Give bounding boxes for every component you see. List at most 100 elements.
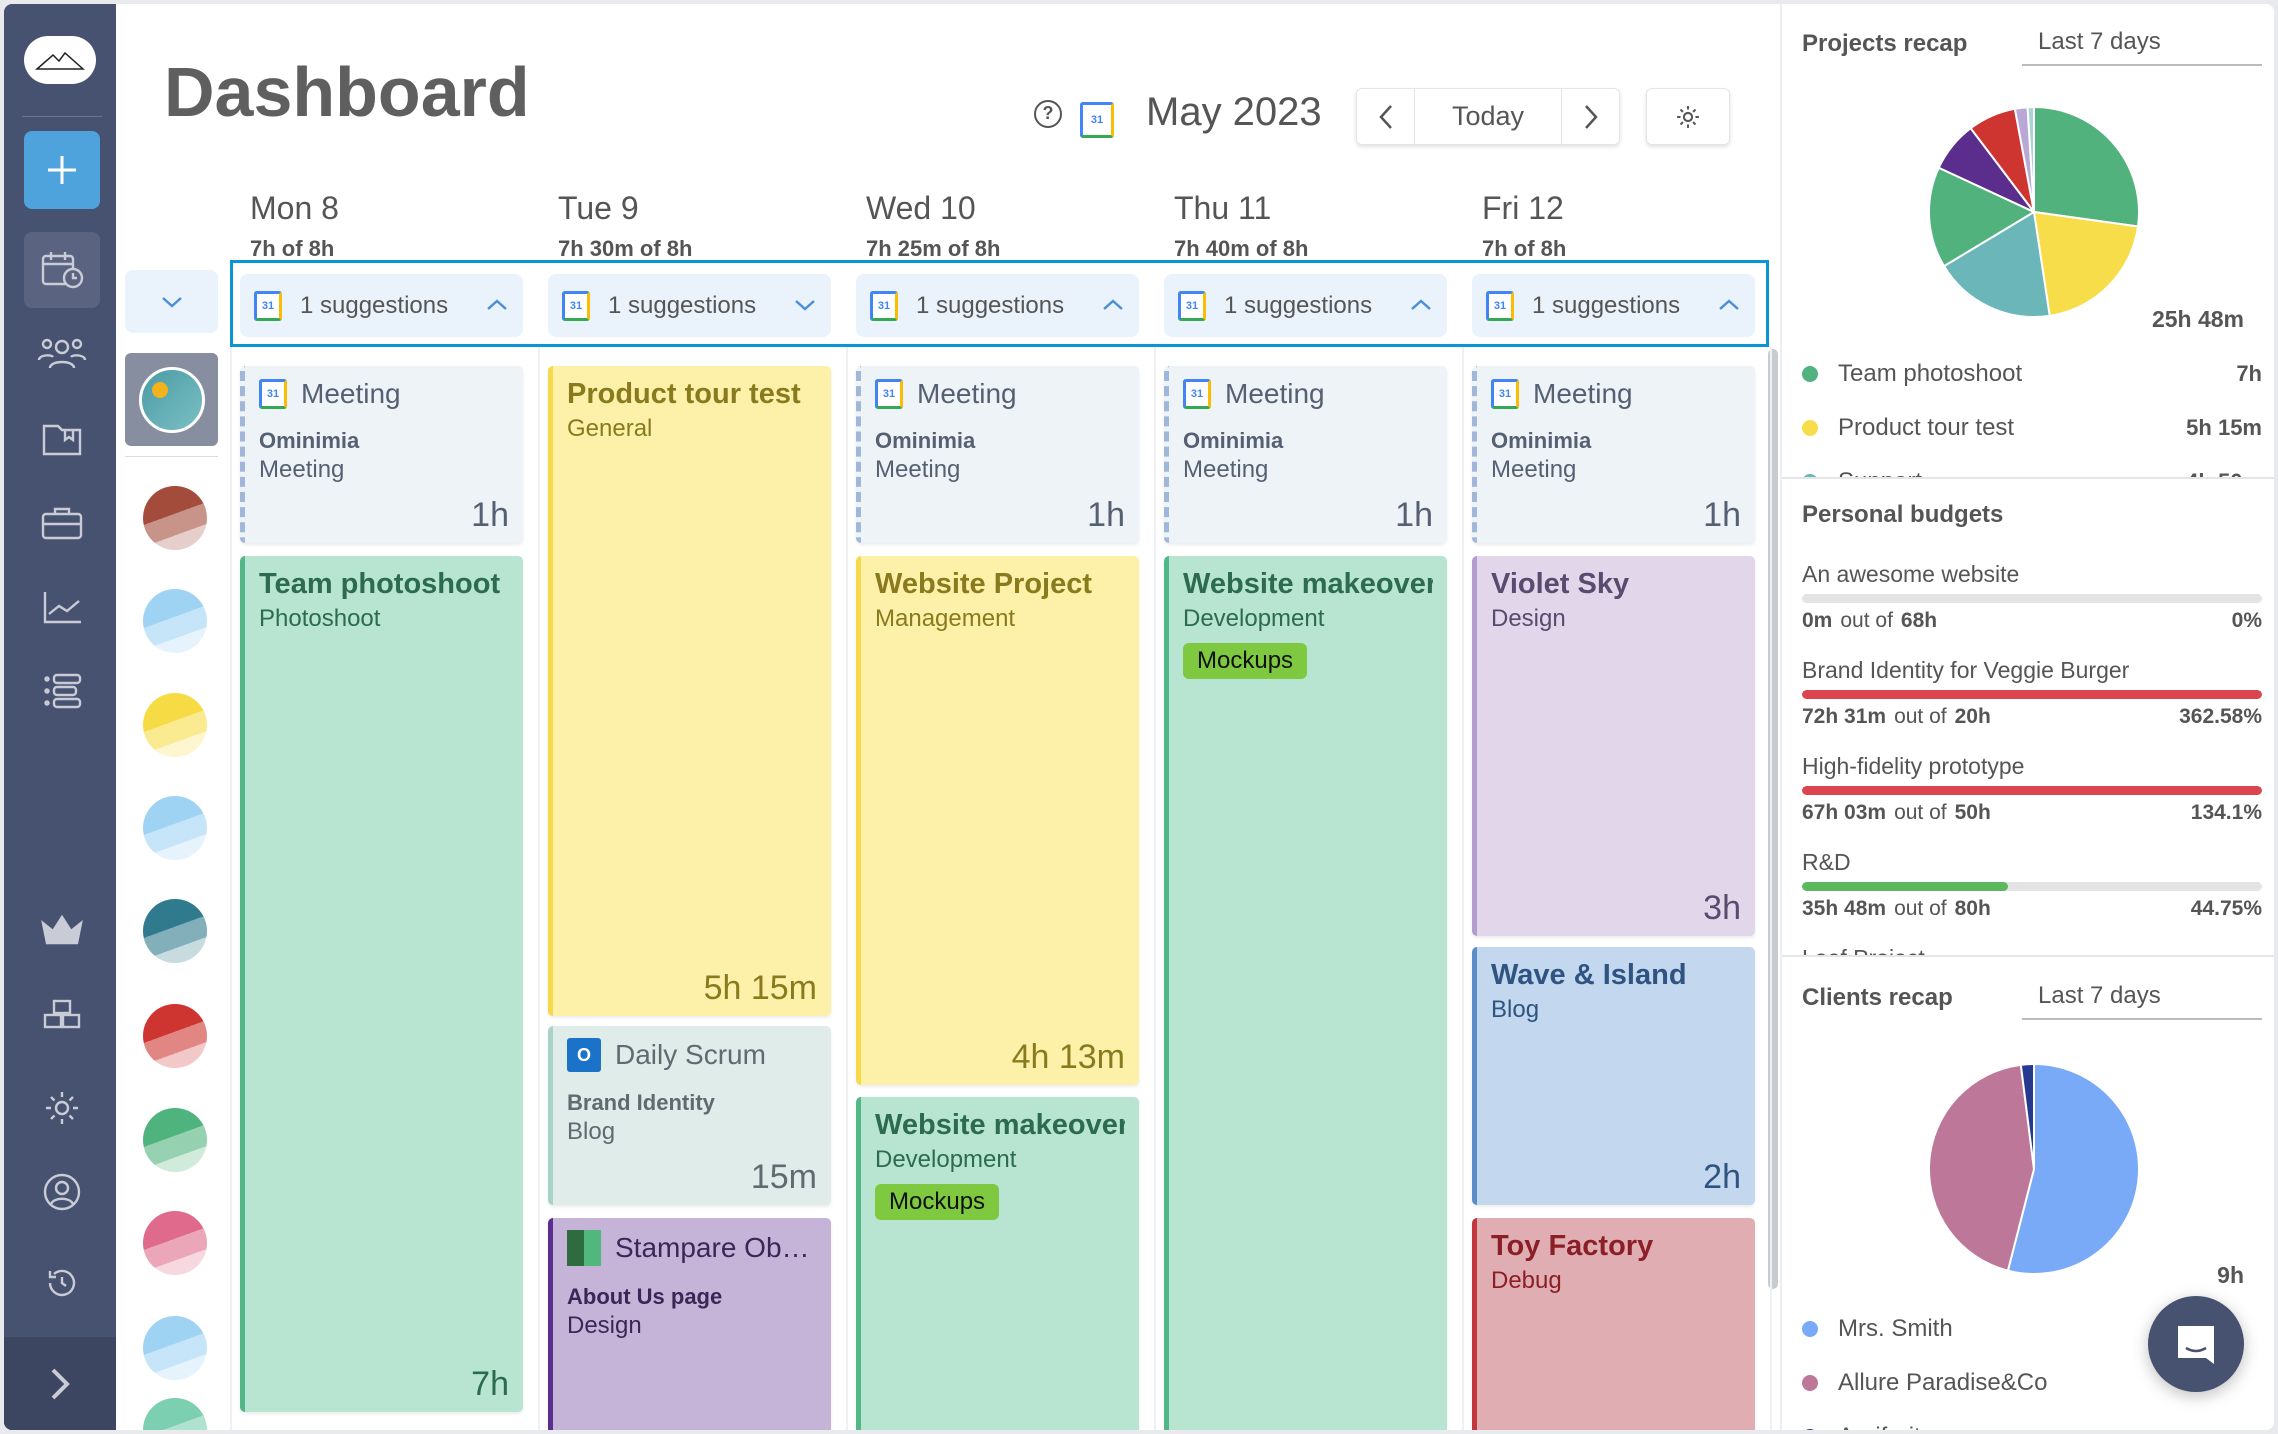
- day-hours-summary: 7h 25m of 8h: [866, 236, 1001, 261]
- chat-button[interactable]: [2148, 1296, 2244, 1392]
- calendar-event[interactable]: Team photoshoot Photoshoot 7h: [240, 556, 523, 1412]
- event-subtitle: Blog: [567, 1118, 616, 1145]
- plus-icon: [48, 156, 76, 184]
- sidebar-item-clients[interactable]: [24, 494, 100, 554]
- event-title: Toy Factory: [1491, 1230, 1654, 1262]
- event-duration: 1h: [471, 496, 509, 534]
- event-client: Ominimia: [875, 428, 976, 453]
- calendar-event[interactable]: O Daily Scrum Brand Identity Blog 15m: [548, 1026, 831, 1205]
- legend-dot: [1802, 1429, 1818, 1430]
- avatar[interactable]: [143, 1398, 207, 1430]
- calendar-event[interactable]: Toy Factory Debug: [1472, 1218, 1755, 1430]
- legend-dot: [1802, 1375, 1818, 1391]
- event-subtitle: Photoshoot: [259, 605, 381, 632]
- calendar-event[interactable]: Product tour test General 5h 15m: [548, 366, 831, 1016]
- user-circle-icon: [43, 1173, 81, 1211]
- add-button[interactable]: [24, 131, 100, 209]
- sidebar-item-premium[interactable]: [24, 901, 100, 961]
- event-header: Stampare Obbi...: [567, 1230, 817, 1266]
- briefcase-icon: [41, 507, 83, 540]
- calendar-event[interactable]: Stampare Obbi... About Us page Design: [548, 1218, 831, 1430]
- suggestions-toggle[interactable]: 31 1 suggestions: [1164, 274, 1447, 337]
- google-calendar-icon: 31: [259, 379, 287, 409]
- calendar-settings-button[interactable]: [1646, 88, 1730, 145]
- legend-dot: [1802, 1321, 1818, 1337]
- sidebar-item-timesheet[interactable]: [24, 232, 100, 308]
- avatar[interactable]: [143, 1316, 207, 1380]
- avatar[interactable]: [143, 589, 207, 653]
- column-divider: [1770, 347, 1772, 1430]
- selected-user-avatar[interactable]: [125, 353, 218, 446]
- next-week-button[interactable]: [1561, 89, 1619, 144]
- date-navigation: Today: [1356, 88, 1620, 145]
- sidebar-item-settings[interactable]: [24, 1078, 100, 1138]
- event-subtitle: Design: [1491, 605, 1566, 632]
- help-icon[interactable]: ?: [1034, 100, 1062, 128]
- list-icon: [44, 673, 82, 709]
- avatar[interactable]: [143, 796, 207, 860]
- avatar[interactable]: [143, 1108, 207, 1172]
- calendar-event[interactable]: Website makeover Development Mockups: [1164, 556, 1447, 1430]
- suggestions-toggle[interactable]: 31 1 suggestions: [1472, 274, 1755, 337]
- event-header: O Daily Scrum: [567, 1038, 817, 1072]
- avatar[interactable]: [143, 486, 207, 550]
- sidebar-item-account[interactable]: [24, 1162, 100, 1222]
- suggestions-toggle[interactable]: 31 1 suggestions: [240, 274, 523, 337]
- column-divider: [538, 347, 540, 1430]
- event-title: Website makeover: [875, 1109, 1125, 1141]
- avatar[interactable]: [143, 1211, 207, 1275]
- event-subtitle: Meeting: [1491, 456, 1577, 483]
- calendar-event[interactable]: 31 Meeting Ominimia Meeting 1h: [1164, 366, 1447, 543]
- event-title: Meeting: [1533, 378, 1633, 409]
- suggestions-label: 1 suggestions: [1224, 291, 1373, 319]
- chevron-up-icon: [1409, 292, 1433, 320]
- page-title: Dashboard: [164, 53, 530, 131]
- day-label: Thu 11: [1174, 190, 1272, 226]
- event-client: Ominimia: [1491, 428, 1592, 453]
- event-subtitle: Design: [567, 1312, 642, 1339]
- prev-week-button[interactable]: [1357, 89, 1415, 144]
- sidebar-item-reports[interactable]: [24, 578, 100, 638]
- calendar-event[interactable]: 31 Meeting Ominimia Meeting 1h: [856, 366, 1139, 543]
- google-calendar-icon: 31: [1491, 379, 1519, 409]
- calendar-event[interactable]: 31 Meeting Ominimia Meeting 1h: [1472, 366, 1755, 543]
- sidebar-item-projects[interactable]: [24, 410, 100, 470]
- cubes-icon: [43, 999, 81, 1029]
- calendar-event[interactable]: Wave & Island Blog 2h: [1472, 947, 1755, 1205]
- event-subtitle: Meeting: [259, 456, 345, 483]
- calendar-event[interactable]: Website Project Management 4h 13m: [856, 556, 1139, 1085]
- expand-sidebar-button[interactable]: [4, 1337, 116, 1430]
- event-subtitle: General: [567, 415, 653, 442]
- legend-item: Agrifruit: [1802, 1423, 2262, 1430]
- sidebar-item-history[interactable]: [24, 1253, 100, 1313]
- today-button[interactable]: Today: [1452, 101, 1524, 132]
- sidebar-item-lists[interactable]: [24, 661, 100, 721]
- day-label: Wed 10: [866, 190, 976, 226]
- suggestions-toggle[interactable]: 31 1 suggestions: [548, 274, 831, 337]
- crown-icon: [41, 914, 83, 945]
- calendar-event[interactable]: 31 Meeting Ominimia Meeting 1h: [240, 366, 523, 543]
- event-duration: 15m: [750, 1158, 817, 1196]
- event-subtitle: Development: [875, 1146, 1017, 1173]
- sidebar-item-team[interactable]: [24, 324, 100, 384]
- logo[interactable]: [24, 36, 96, 84]
- event-subtitle: Meeting: [875, 456, 961, 483]
- suggestions-label: 1 suggestions: [300, 291, 449, 319]
- avatar[interactable]: [143, 1004, 207, 1068]
- sidebar: [4, 4, 116, 1430]
- event-subtitle: Debug: [1491, 1267, 1562, 1294]
- event-title: Meeting: [301, 378, 401, 409]
- sidebar-item-integrations[interactable]: [24, 987, 100, 1047]
- event-title: Team photoshoot: [259, 568, 501, 600]
- day-label: Mon 8: [250, 190, 339, 226]
- avatar[interactable]: [143, 899, 207, 963]
- calendar-event[interactable]: Website makeover Development Mockups: [856, 1097, 1139, 1430]
- event-title: Product tour test: [567, 378, 801, 410]
- collapse-users-button[interactable]: [125, 270, 218, 333]
- calendar-event[interactable]: Violet Sky Design 3h: [1472, 556, 1755, 936]
- avatar[interactable]: [143, 693, 207, 757]
- event-title: Daily Scrum: [615, 1039, 766, 1070]
- suggestions-toggle[interactable]: 31 1 suggestions: [856, 274, 1139, 337]
- avatar: [138, 366, 205, 433]
- google-calendar-icon: 31: [1486, 290, 1514, 321]
